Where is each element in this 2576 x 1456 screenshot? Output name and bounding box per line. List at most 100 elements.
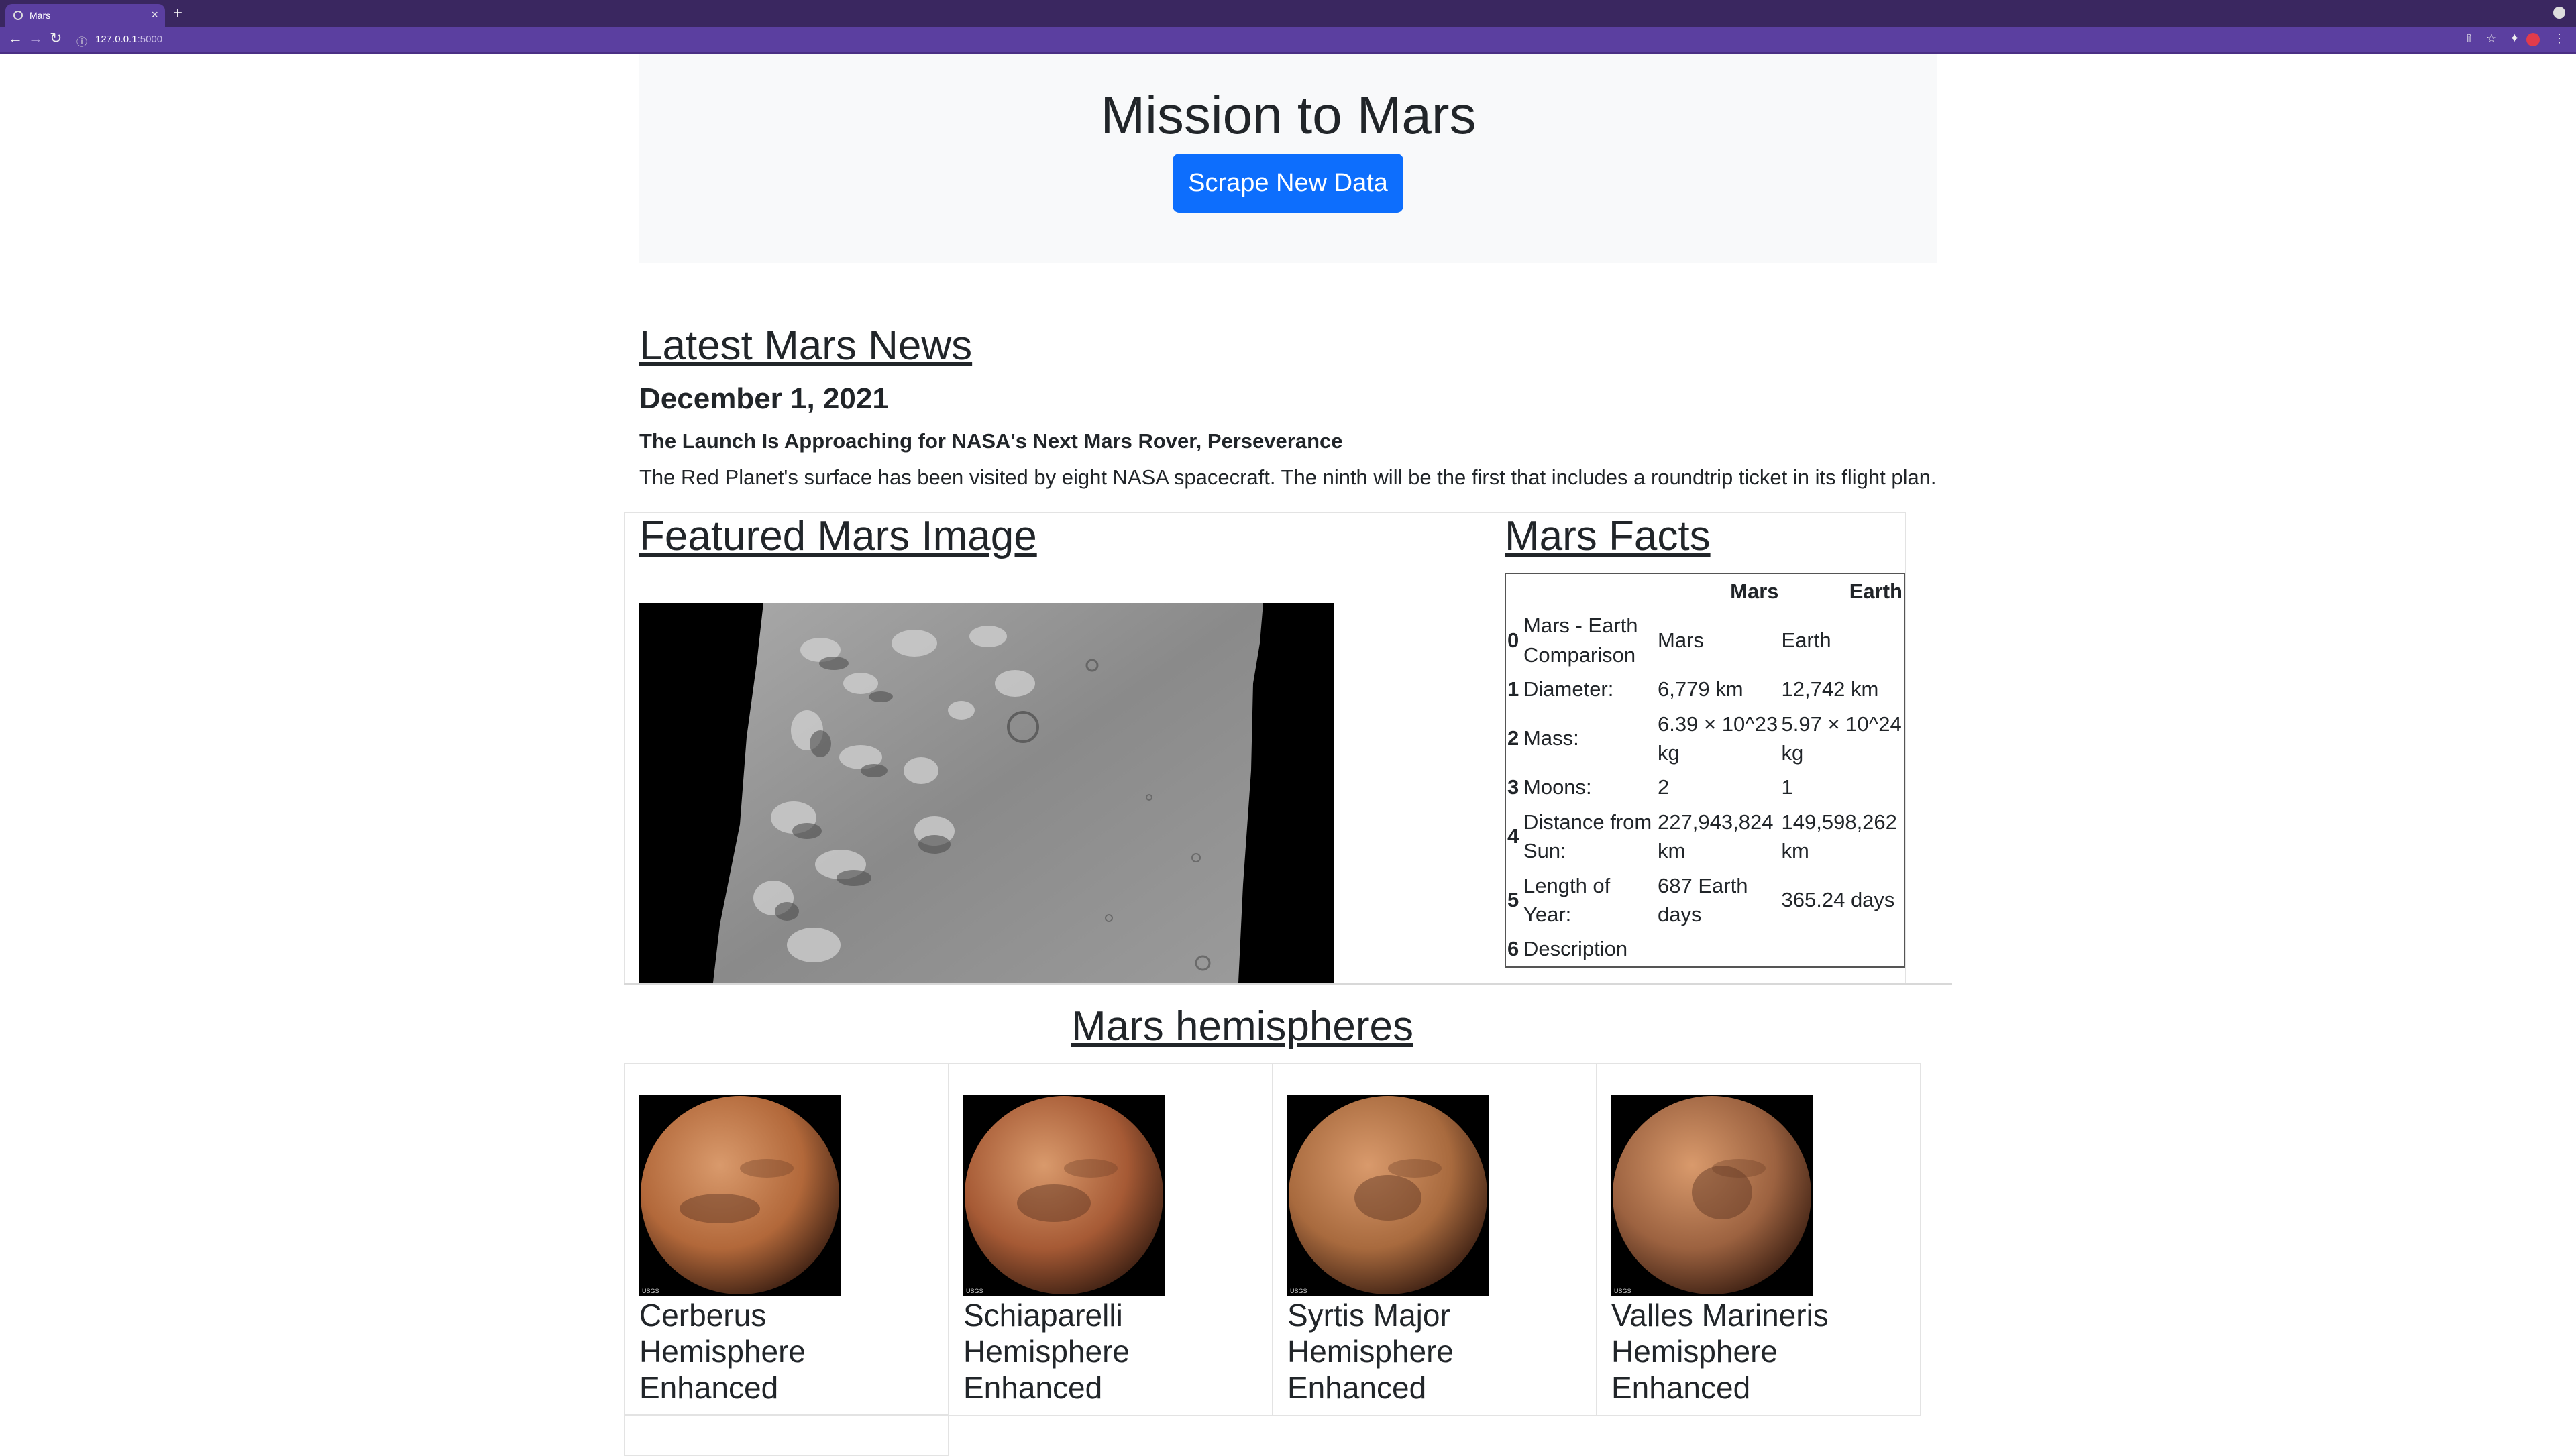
- globe-icon: [13, 11, 23, 20]
- new-tab-icon[interactable]: +: [173, 4, 182, 23]
- hemisphere-image[interactable]: USGS: [963, 1095, 1165, 1296]
- facts-row: 6 Description: [1505, 932, 1904, 966]
- facts-cell-earth: 12,742 km: [1781, 677, 1879, 702]
- info-icon[interactable]: ⓘ: [76, 33, 87, 49]
- hemisphere-name-line1: Schiaparelli: [963, 1298, 1123, 1333]
- news-teaser: The Red Planet's surface has been visite…: [639, 465, 1937, 489]
- facts-cell-mars: [1656, 932, 1780, 966]
- facts-cell-label: Length of Year:: [1523, 873, 1611, 926]
- tab-title: Mars: [30, 10, 51, 21]
- hemisphere-name-line2: Hemisphere: [963, 1334, 1130, 1369]
- news-headline: The Launch Is Approaching for NASA's Nex…: [639, 429, 1343, 453]
- facts-cell-label: Moons:: [1523, 775, 1592, 799]
- hemisphere-name-line1: Syrtis Major: [1287, 1298, 1450, 1333]
- news-section-title: Latest Mars News: [639, 323, 973, 369]
- hemisphere-image[interactable]: USGS: [1611, 1095, 1813, 1296]
- facts-cell-idx: 5: [1507, 888, 1519, 912]
- hemispheres-title: Mars hemispheres: [1071, 1003, 1413, 1050]
- window-control-icon[interactable]: [2553, 7, 2565, 19]
- mars-facts-title: Mars Facts: [1505, 513, 1711, 559]
- usgs-logo: USGS: [966, 1288, 983, 1294]
- facts-cell-idx: 6: [1507, 937, 1519, 961]
- facts-cell-idx: 0: [1507, 628, 1519, 653]
- facts-cell-earth: [1780, 932, 1904, 966]
- hemisphere-name-line3: Enhanced: [963, 1370, 1103, 1405]
- close-tab-icon[interactable]: ×: [151, 8, 158, 22]
- hemisphere-caption: Cerberus Hemisphere Enhanced: [639, 1297, 806, 1406]
- facts-cell-earth: 149,598,262 km: [1781, 809, 1897, 863]
- facts-row: 3 Moons: 2 1: [1505, 770, 1904, 804]
- facts-col-mars: Mars: [1730, 579, 1779, 603]
- hemisphere-name-line2: Hemisphere: [639, 1334, 806, 1369]
- facts-cell-label: Mars - Earth Comparison: [1523, 614, 1638, 667]
- forward-icon[interactable]: →: [28, 30, 43, 47]
- facts-cell-mars: 2: [1658, 775, 1670, 799]
- address-bar[interactable]: ⓘ 127.0.0.1:5000: [72, 30, 2447, 49]
- facts-row: 1 Diameter: 6,779 km 12,742 km: [1505, 672, 1904, 706]
- header-jumbotron: Mission to Mars Scrape New Data: [639, 54, 1937, 263]
- hemisphere-name-line1: Cerberus: [639, 1298, 767, 1333]
- facts-cell-idx: 4: [1507, 824, 1519, 848]
- extensions-icon[interactable]: ✦: [2510, 32, 2520, 46]
- facts-cell-mars: Mars: [1658, 628, 1704, 653]
- facts-cell-earth: 1: [1781, 775, 1793, 799]
- usgs-logo: USGS: [1290, 1288, 1307, 1294]
- hemisphere-name-line3: Enhanced: [639, 1370, 779, 1405]
- hemisphere-name-line3: Enhanced: [1611, 1370, 1751, 1405]
- facts-row: 5 Length of Year: 687 Earth days 365.24 day…: [1505, 869, 1904, 932]
- facts-cell-earth: Earth: [1781, 628, 1831, 653]
- facts-cell-mars: 6,779 km: [1658, 677, 1743, 702]
- facts-cell-mars: 227,943,824 km: [1658, 809, 1774, 863]
- url-text: 127.0.0.1:5000: [95, 34, 163, 45]
- facts-col-earth: Earth: [1849, 579, 1902, 603]
- reload-icon[interactable]: ↻: [50, 30, 62, 47]
- hemisphere-card-5: [624, 1414, 949, 1456]
- hemisphere-image[interactable]: USGS: [639, 1095, 841, 1296]
- bookmark-star-icon[interactable]: ☆: [2486, 32, 2497, 46]
- hemisphere-name-line2: Hemisphere: [1611, 1334, 1778, 1369]
- hemisphere-caption: Valles Marineris Hemisphere Enhanced: [1611, 1297, 1829, 1406]
- hemisphere-image[interactable]: USGS: [1287, 1095, 1489, 1296]
- facts-cell-mars: 687 Earth days: [1658, 873, 1748, 926]
- facts-table-body: 0 Mars - Earth Comparison Mars Earth 1 Diamet…: [1505, 608, 1904, 966]
- hemisphere-caption: Schiaparelli Hemisphere Enhanced: [963, 1297, 1130, 1406]
- facts-cell-idx: 3: [1507, 775, 1519, 799]
- hemisphere-caption: Syrtis Major Hemisphere Enhanced: [1287, 1297, 1454, 1406]
- hemisphere-card[interactable]: USGS Schiaparelli Hemisphere Enhanced: [948, 1063, 1273, 1416]
- facts-cell-idx: 1: [1507, 677, 1519, 702]
- facts-cell-mars: 6.39 × 10^23 kg: [1658, 712, 1778, 765]
- facts-cell-label: Distance from Sun:: [1523, 809, 1652, 863]
- hemisphere-name-line2: Hemisphere: [1287, 1334, 1454, 1369]
- section-divider: [624, 983, 1952, 985]
- profile-avatar[interactable]: [2526, 33, 2540, 46]
- facts-cell-earth: 5.97 × 10^24 kg: [1781, 712, 1902, 765]
- mars-facts-table: Mars Earth 0 Mars - Earth Comparison Mars E…: [1505, 573, 1905, 968]
- news-date: December 1, 2021: [639, 382, 889, 415]
- browser-tab-bar: Mars × +: [0, 0, 2576, 27]
- facts-row: 4 Distance from Sun: 227,943,824 km 149,598…: [1505, 805, 1904, 869]
- facts-cell-label: Mass:: [1523, 726, 1579, 750]
- browser-toolbar: ← → ↻ ⓘ 127.0.0.1:5000 ⇧ ☆ ✦ ⋮: [0, 27, 2576, 52]
- usgs-logo: USGS: [642, 1288, 659, 1294]
- facts-row: 0 Mars - Earth Comparison Mars Earth: [1505, 608, 1904, 672]
- hemisphere-name-line1: Valles Marineris: [1611, 1298, 1829, 1333]
- hemisphere-card[interactable]: USGS Syrtis Major Hemisphere Enhanced: [1272, 1063, 1597, 1416]
- facts-cell-idx: 2: [1507, 726, 1519, 750]
- facts-cell-earth: 365.24 days: [1781, 888, 1895, 912]
- back-icon[interactable]: ←: [8, 30, 23, 47]
- facts-row: 2 Mass: 6.39 × 10^23 kg 5.97 × 10^24 kg: [1505, 707, 1904, 771]
- facts-cell-label: Diameter:: [1523, 677, 1614, 702]
- menu-kebab-icon[interactable]: ⋮: [2553, 32, 2565, 46]
- browser-tab[interactable]: Mars ×: [5, 4, 165, 27]
- scrape-new-data-button[interactable]: Scrape New Data: [1173, 154, 1403, 213]
- hemisphere-card[interactable]: USGS Cerberus Hemisphere Enhanced: [624, 1063, 949, 1416]
- facts-cell-label: Description: [1523, 937, 1628, 961]
- facts-table-header: Mars Earth: [1505, 573, 1904, 608]
- featured-mars-image[interactable]: [639, 603, 1334, 983]
- featured-image-title: Featured Mars Image: [639, 513, 1037, 559]
- share-icon[interactable]: ⇧: [2464, 32, 2474, 46]
- page-title: Mission to Mars: [1100, 85, 1477, 145]
- hemisphere-card[interactable]: USGS Valles Marineris Hemisphere Enhanced: [1596, 1063, 1921, 1416]
- hemisphere-name-line3: Enhanced: [1287, 1370, 1427, 1405]
- usgs-logo: USGS: [1614, 1288, 1631, 1294]
